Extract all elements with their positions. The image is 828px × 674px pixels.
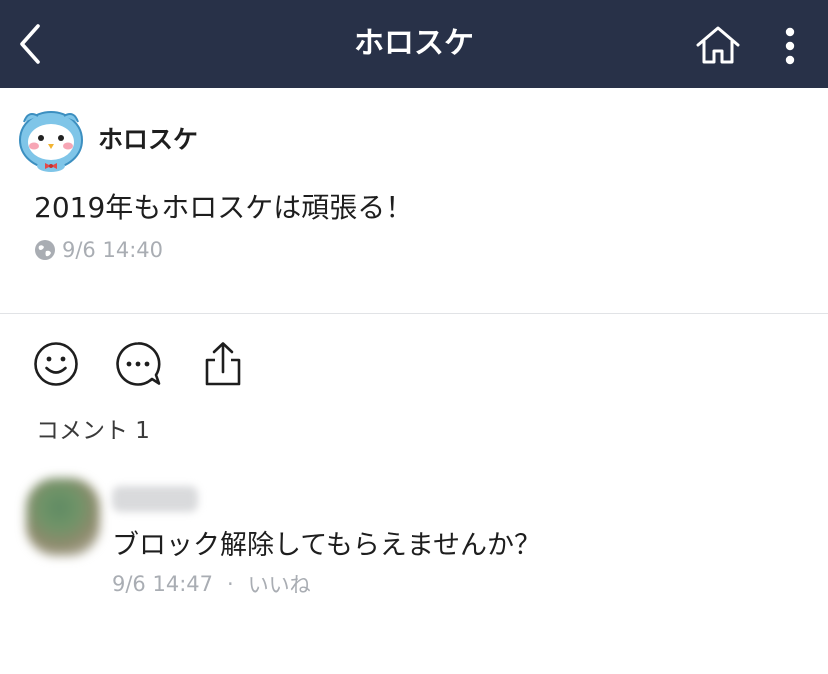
react-button[interactable] [32, 340, 80, 388]
home-icon [696, 26, 740, 64]
chevron-left-icon [20, 24, 40, 64]
globe-icon [35, 240, 55, 260]
smiley-icon [34, 342, 78, 386]
author-avatar[interactable] [18, 106, 84, 172]
divider [0, 313, 828, 314]
top-nav-bar: ホロスケ [0, 0, 828, 88]
commenter-name-blurred[interactable] [112, 486, 198, 512]
comment-bubble-icon [116, 342, 161, 386]
comment-text: ブロック解除してもらえませんか？ [112, 530, 542, 561]
share-button[interactable] [199, 340, 247, 388]
post-meta: 9/6 14:40 [34, 238, 163, 262]
home-button[interactable] [690, 20, 746, 70]
author-name[interactable]: ホロスケ [98, 120, 198, 156]
share-icon [205, 342, 241, 386]
commenter-avatar[interactable] [26, 478, 100, 556]
back-button[interactable] [8, 16, 52, 72]
like-comment-button[interactable]: いいね [248, 569, 311, 599]
post-text: 2019年もホロスケは頑張る！ [34, 191, 414, 224]
comment-timestamp: 9/6 14:47 [112, 572, 213, 596]
meta-separator: · [227, 572, 234, 596]
comment-count-label: コメント 1 [36, 418, 150, 444]
comment-button[interactable] [114, 340, 162, 388]
post-timestamp: 9/6 14:40 [62, 238, 163, 262]
more-vertical-icon [785, 27, 795, 65]
owl-mascot-icon [19, 111, 83, 172]
comment-meta: 9/6 14:47 · いいね [112, 569, 311, 599]
more-menu-button[interactable] [770, 20, 810, 72]
